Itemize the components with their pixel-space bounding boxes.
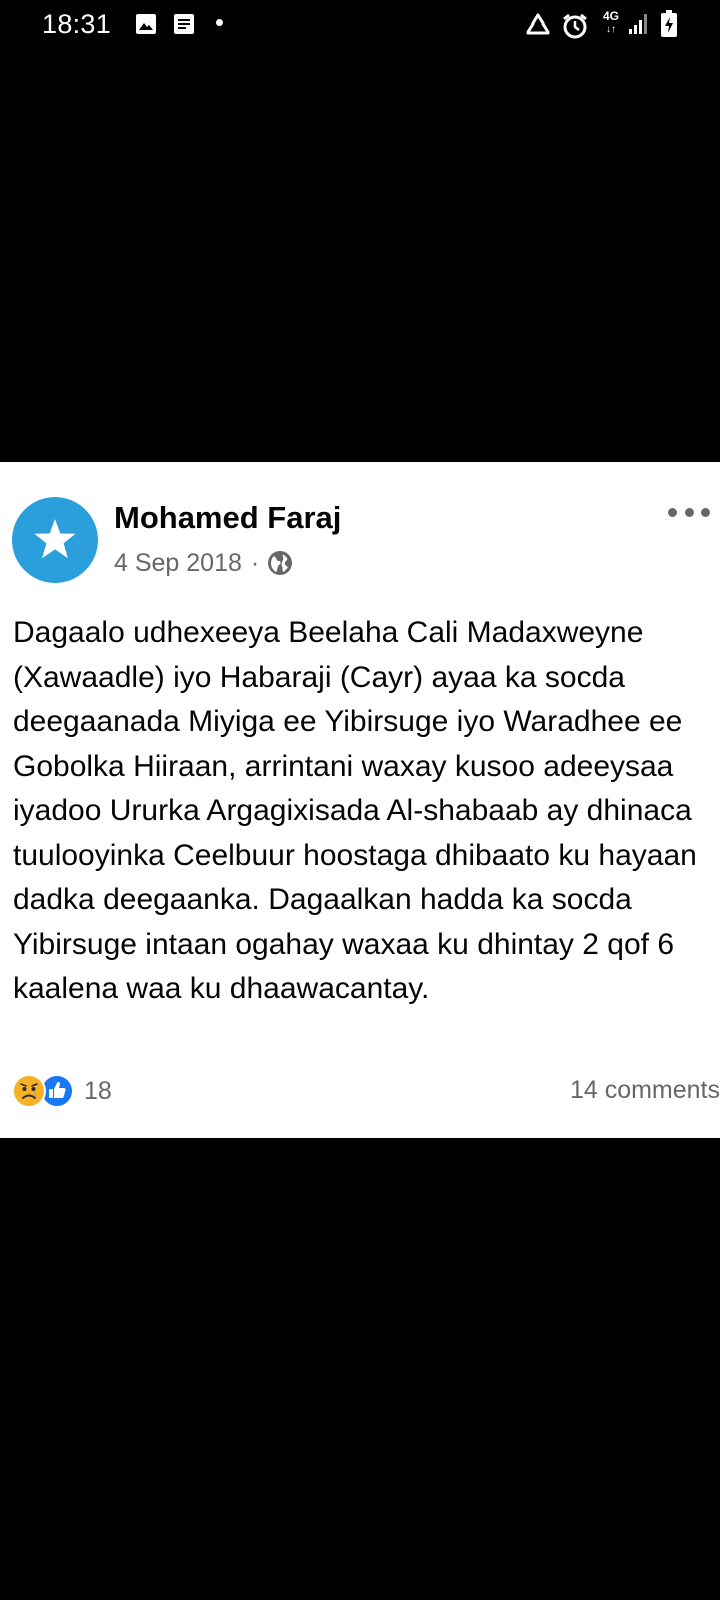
reaction-count: 18 [84, 1076, 112, 1105]
more-options-button[interactable] [668, 500, 710, 524]
globe-icon[interactable] [267, 550, 293, 576]
meta-separator: · [250, 548, 260, 577]
star-icon [34, 519, 76, 559]
status-bar: 18:31 4G ↓↑ [0, 0, 720, 48]
post-text: Dagaalo udhexeeya Beelaha Cali Madaxweyn… [13, 616, 697, 1005]
more-dot-icon [684, 507, 694, 517]
notification-dot [216, 19, 223, 26]
avatar[interactable] [12, 497, 98, 583]
status-time: 18:31 [42, 9, 112, 39]
note-icon [174, 14, 194, 34]
sad-reaction-icon [12, 1074, 46, 1108]
signal-icon [629, 14, 647, 34]
data-arrows: ↓↑ [606, 24, 616, 35]
recycle-icon [526, 13, 550, 35]
more-dot-icon [668, 507, 677, 517]
comments-count[interactable]: 14 comments [570, 1076, 720, 1105]
image-icon [136, 14, 156, 34]
reactions-summary[interactable]: 18 [12, 1074, 112, 1108]
alarm-icon [563, 13, 587, 39]
post-meta: 4 Sep 2018 · [114, 548, 293, 578]
author-name[interactable]: Mohamed Faraj [114, 500, 341, 536]
network-label: 4G [602, 9, 619, 23]
post-date[interactable]: 4 Sep 2018 [114, 549, 242, 578]
network-4g-icon: 4G ↓↑ [600, 10, 622, 36]
battery-icon [661, 10, 677, 37]
more-dot-icon [701, 507, 710, 517]
post-card: Mohamed Faraj 4 Sep 2018 · Dagaalo udhex… [0, 462, 720, 1138]
